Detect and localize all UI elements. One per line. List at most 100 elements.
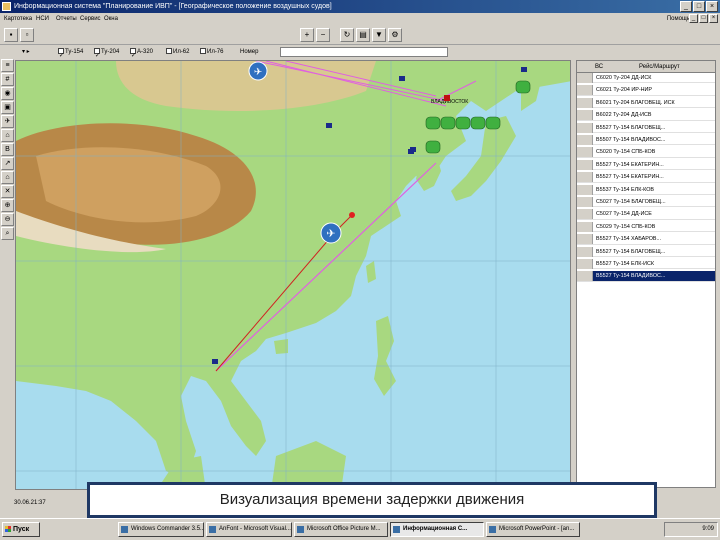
table-row[interactable]: В5527 Ту-154 ЕКАТЕРИН... — [577, 159, 715, 171]
map-view[interactable]: ✈ ✈ ВЛАДИВОСТОК — [15, 60, 571, 490]
row-header[interactable] — [577, 271, 593, 282]
queue-marker[interactable] — [515, 80, 531, 94]
maximize-button[interactable]: □ — [693, 1, 705, 12]
airport-icon[interactable] — [212, 359, 218, 364]
row-header[interactable] — [577, 110, 593, 121]
arrow-icon[interactable]: ▾ ▸ — [22, 45, 30, 59]
task-windows-commander[interactable]: Windows Commander 3.5... — [118, 522, 204, 537]
column-header-route[interactable]: Рейс/Маршрут — [639, 61, 680, 73]
child-minimize-button[interactable]: _ — [689, 14, 698, 23]
refresh-icon[interactable]: ↻ — [340, 28, 354, 42]
filter-il76[interactable]: Ил-76 — [200, 45, 224, 59]
menu-item-cards[interactable]: Картотека — [4, 13, 32, 25]
airport-icon[interactable]: ⌂ — [1, 129, 14, 142]
save-icon[interactable]: ▣ — [1, 101, 14, 114]
eye-icon[interactable]: ◉ — [1, 87, 14, 100]
table-row[interactable]: С6021 Ту-204 ИР-НИР — [577, 85, 715, 96]
row-header[interactable] — [577, 184, 593, 195]
row-header[interactable] — [577, 221, 593, 232]
task-picture-manager[interactable]: Microsoft Office Picture M... — [294, 522, 388, 537]
filter-icon[interactable]: ▼ — [372, 28, 386, 42]
table-row[interactable]: С5029 Ту-154 СПБ-КОВ — [577, 221, 715, 233]
row-header[interactable] — [577, 197, 593, 207]
row-header[interactable] — [577, 172, 593, 183]
filter-il62[interactable]: Ил-62 — [166, 45, 190, 59]
settings-icon[interactable]: ⚙ — [388, 28, 402, 42]
child-restore-button[interactable]: □ — [699, 14, 708, 23]
home-icon[interactable]: ⌂ — [1, 171, 14, 184]
menu-item-nsi[interactable]: НСИ — [36, 13, 49, 25]
grid-icon[interactable]: # — [1, 73, 14, 86]
row-header[interactable] — [577, 234, 593, 245]
queue-marker[interactable] — [470, 116, 486, 130]
bold-icon[interactable]: B — [1, 143, 14, 156]
task-info-system[interactable]: Информационная С... — [390, 522, 484, 537]
table-row[interactable]: С6020 Ту-204 ДД-ИСК — [577, 73, 715, 84]
open-icon[interactable]: ▫ — [20, 28, 34, 42]
print-icon[interactable]: ▤ — [356, 28, 370, 42]
zoom-out-icon[interactable]: − — [316, 28, 330, 42]
table-row[interactable]: С5020 Ту-154 СПБ-КОВ — [577, 147, 715, 158]
airport-icon[interactable] — [326, 123, 332, 128]
start-button[interactable]: Пуск — [2, 522, 40, 537]
delay-marker[interactable] — [349, 212, 355, 218]
queue-marker[interactable] — [455, 116, 471, 130]
airport-icon[interactable] — [521, 67, 527, 72]
route-icon[interactable]: ↗ — [1, 157, 14, 170]
row-header[interactable] — [577, 122, 593, 133]
row-header[interactable] — [577, 246, 593, 257]
row-header[interactable] — [577, 135, 593, 145]
filter-a320[interactable]: ✓А-320 — [130, 45, 153, 59]
task-anfont[interactable]: AnFont - Microsoft Visual... — [206, 522, 292, 537]
airport-icon[interactable] — [410, 147, 416, 152]
filter-tu154[interactable]: ✓Ту-154 — [58, 45, 83, 59]
aircraft-icon[interactable]: ✈ — [320, 222, 342, 244]
zoom-out-icon[interactable]: ⊖ — [1, 213, 14, 226]
table-row[interactable]: В5527 Ту-154 ЕКАТЕРИН... — [577, 172, 715, 183]
plane-icon[interactable]: ✈ — [1, 115, 14, 128]
layers-icon[interactable]: ≡ — [1, 59, 14, 72]
queue-marker[interactable] — [485, 116, 501, 130]
table-row[interactable]: С5027 Ту-154 БЛАГОВЕЩ... — [577, 197, 715, 208]
table-row[interactable]: В5537 Ту-154 ЕЛК-КОВ — [577, 184, 715, 195]
table-row[interactable]: В5527 Ту-154 ЕЛК-ИСК — [577, 259, 715, 270]
aircraft-icon[interactable]: ✈ — [248, 61, 268, 81]
menu-item-help[interactable]: Помощь — [667, 13, 690, 25]
queue-marker[interactable] — [425, 140, 441, 154]
row-header[interactable] — [577, 147, 593, 158]
zoom-in-icon[interactable]: ⊕ — [1, 199, 14, 212]
row-header[interactable] — [577, 259, 593, 269]
map-canvas[interactable]: ✈ ✈ ВЛАДИВОСТОК — [16, 61, 571, 490]
queue-marker[interactable] — [440, 116, 456, 130]
search-input[interactable] — [280, 47, 448, 57]
row-header[interactable] — [577, 159, 593, 170]
menu-item-reports[interactable]: Отчеты — [56, 13, 77, 25]
table-row[interactable]: В6021 Ту-204 БЛАГОВЕЩ. ИСК — [577, 97, 715, 109]
airport-icon[interactable] — [444, 95, 450, 101]
close-button[interactable]: × — [706, 1, 718, 12]
new-icon[interactable]: ▪ — [4, 28, 18, 42]
table-row[interactable]: В5507 Ту-154 ВЛАДИВОС... — [577, 135, 715, 146]
table-row[interactable]: В6022 Ту-204 ДД-ИСВ — [577, 110, 715, 121]
cross-icon[interactable]: ✕ — [1, 185, 14, 198]
row-header[interactable] — [577, 97, 593, 108]
magnifier-icon[interactable]: ⌕ — [1, 227, 14, 240]
zoom-in-icon[interactable]: + — [300, 28, 314, 42]
child-close-button[interactable]: × — [709, 14, 718, 23]
queue-marker[interactable] — [425, 116, 441, 130]
airport-icon[interactable] — [399, 76, 405, 81]
filter-tu204[interactable]: ✓Ту-204 — [94, 45, 119, 59]
table-row[interactable]: В5527 Ту-154 ХАБАРОВ... — [577, 234, 715, 245]
menu-item-service[interactable]: Сервис — [80, 13, 101, 25]
minimize-button[interactable]: _ — [680, 1, 692, 12]
menu-item-windows[interactable]: Окна — [104, 13, 118, 25]
task-powerpoint[interactable]: Microsoft PowerPoint - [an... — [486, 522, 580, 537]
table-row[interactable]: В5527 Ту-154 БЛАГОВЕЩ... — [577, 246, 715, 257]
row-header[interactable] — [577, 209, 593, 220]
table-row[interactable]: С5027 Ту-154 ДД-ИСЕ — [577, 209, 715, 220]
row-header[interactable] — [577, 73, 593, 83]
column-header-aircraft[interactable]: ВС — [595, 61, 603, 73]
row-header[interactable] — [577, 85, 593, 96]
table-row[interactable]: В5527 Ту-154 БЛАГОВЕЩ... — [577, 122, 715, 133]
table-row[interactable]: В5527 Ту-154 ВЛАДИВОС... — [577, 271, 715, 282]
